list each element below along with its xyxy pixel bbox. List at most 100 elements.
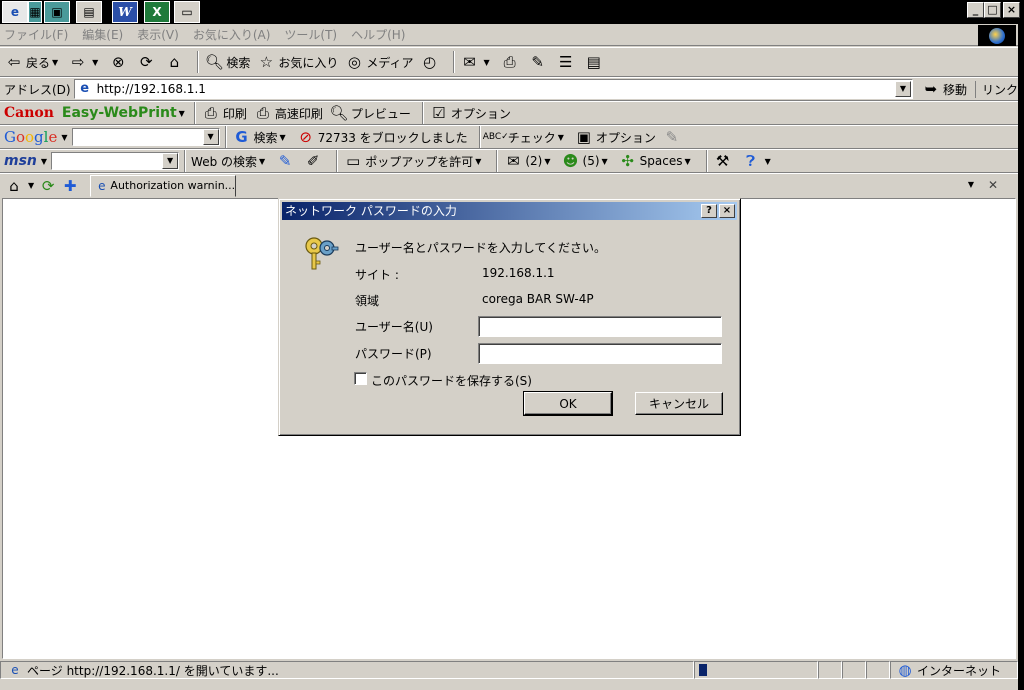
- messenger-button[interactable]: ▤: [584, 52, 606, 72]
- save-password-checkbox[interactable]: [354, 372, 367, 385]
- msn-spaces-button[interactable]: ✣ Spaces ▼: [618, 151, 695, 171]
- chevron-down-icon[interactable]: ▼: [92, 58, 98, 67]
- media-button[interactable]: ◎ メディア: [344, 52, 414, 72]
- help-icon[interactable]: ?: [701, 204, 717, 218]
- word-taskbar-icon[interactable]: W: [112, 1, 138, 23]
- chevron-down-icon[interactable]: ▼: [484, 58, 490, 67]
- msn-notes-button[interactable]: ✐: [303, 151, 325, 171]
- internet-globe-icon: ◍: [898, 661, 912, 679]
- minimize-icon[interactable]: _: [967, 2, 984, 18]
- chevron-down-icon[interactable]: ▼: [41, 157, 47, 166]
- app-taskbar-icon[interactable]: ▤: [76, 1, 102, 23]
- msn-search-input[interactable]: ▼: [51, 152, 180, 170]
- search-button[interactable]: 🔍︎ 検索: [204, 52, 251, 72]
- history-button[interactable]: ◴: [420, 52, 442, 72]
- close-icon[interactable]: ×: [719, 204, 735, 218]
- chevron-down-icon[interactable]: ▼: [179, 109, 185, 118]
- tab-bar: ⌂ ▼ ⟳ ✚ e Authorization warnin... ▼ ✕: [0, 173, 1018, 197]
- realm-label: 領域: [355, 294, 380, 308]
- web-search-button[interactable]: Web の検索 ▼: [191, 153, 269, 170]
- canon-preview-button[interactable]: 🔍︎ プレビュー: [329, 103, 411, 123]
- discuss-button[interactable]: ☰: [556, 52, 578, 72]
- msn-highlight-button[interactable]: ✎: [275, 151, 297, 171]
- chevron-down-icon[interactable]: ▼: [475, 157, 481, 166]
- home-button[interactable]: ⌂: [164, 52, 186, 72]
- chevron-down-icon[interactable]: ▼: [544, 157, 550, 166]
- chevron-down-icon[interactable]: ▼: [685, 157, 691, 166]
- google-options-button[interactable]: ▣ オプション: [574, 127, 656, 147]
- menu-edit[interactable]: 編集(E): [82, 26, 123, 43]
- menu-help[interactable]: ヘルプ(H): [351, 26, 405, 43]
- home-tab-icon[interactable]: ⌂: [4, 176, 24, 196]
- chevron-down-icon[interactable]: ▼: [259, 157, 265, 166]
- google-search-dropdown-icon[interactable]: ▼: [202, 129, 219, 145]
- mail-button[interactable]: ✉ ▼: [460, 52, 494, 72]
- ie-taskbar-icon[interactable]: e: [2, 1, 28, 23]
- refresh-tab-icon[interactable]: ⟳: [38, 176, 58, 196]
- toolbar-separator: [224, 126, 227, 148]
- msn-messenger-button[interactable]: ☻ (5) ▼: [561, 151, 612, 171]
- chevron-down-icon[interactable]: ▼: [280, 133, 286, 142]
- address-url[interactable]: http://192.168.1.1: [97, 82, 206, 96]
- links-button[interactable]: リンク: [974, 80, 1018, 98]
- google-search-button[interactable]: G 検索 ▼: [232, 127, 290, 147]
- tab-close-icon[interactable]: ✕: [988, 178, 998, 192]
- menu-tools[interactable]: ツール(T): [284, 26, 337, 43]
- spaces-icon: ✣: [621, 152, 634, 170]
- msn-help-button[interactable]: ❓︎ ▼: [741, 151, 775, 171]
- dialog-title-bar[interactable]: ネットワーク パスワードの入力 ? ×: [282, 202, 737, 220]
- security-zone-cell[interactable]: ◍ インターネット: [890, 661, 1018, 679]
- help-icon: ❓︎: [746, 152, 756, 170]
- easy-webprint-menu[interactable]: Easy-WebPrint: [62, 105, 177, 121]
- toolbar-separator: [478, 126, 481, 148]
- allow-popup-button[interactable]: ▭ ポップアップを許可 ▼: [343, 151, 485, 171]
- ok-button[interactable]: OK: [523, 391, 613, 416]
- refresh-button[interactable]: ⟳: [136, 52, 158, 72]
- menu-view[interactable]: 表示(V): [137, 26, 179, 43]
- excel-taskbar-icon[interactable]: X: [144, 1, 170, 23]
- chevron-down-icon[interactable]: ▼: [558, 133, 564, 142]
- maximize-icon[interactable]: □: [984, 2, 1001, 18]
- edit-button[interactable]: ✎: [528, 52, 550, 72]
- username-field[interactable]: [478, 316, 722, 337]
- msn-logo[interactable]: msn: [4, 153, 37, 169]
- stop-button[interactable]: ⊗: [108, 52, 130, 72]
- new-tab-plus-icon[interactable]: ✚: [60, 176, 80, 196]
- menu-file[interactable]: ファイル(F): [4, 26, 68, 43]
- chevron-down-icon[interactable]: ▼: [602, 157, 608, 166]
- highlight-button[interactable]: ✎: [662, 127, 684, 147]
- tab-authorization-warning[interactable]: e Authorization warnin...: [90, 174, 237, 197]
- back-button[interactable]: ⇦ 戻る ▼: [4, 52, 62, 72]
- address-input[interactable]: e http://192.168.1.1 ▼: [73, 79, 913, 99]
- app-grid-taskbar-icon[interactable]: ▦: [28, 1, 42, 23]
- fast-printer-icon: ⎙: [256, 104, 269, 122]
- canon-options-button[interactable]: ☑ オプション: [429, 103, 511, 123]
- canon-fast-print-button[interactable]: ⎙ 高速印刷: [253, 103, 323, 123]
- console-taskbar-icon[interactable]: ▣: [44, 1, 70, 23]
- msn-tools-button[interactable]: ⚒: [713, 151, 735, 171]
- spell-check-button[interactable]: ABC✓ チェック ▼: [483, 127, 568, 147]
- tab-list-chevron-icon[interactable]: ▼: [968, 180, 974, 189]
- cancel-button[interactable]: キャンセル: [635, 392, 723, 415]
- address-dropdown-icon[interactable]: ▼: [894, 81, 911, 97]
- msn-search-dropdown-icon[interactable]: ▼: [162, 153, 179, 169]
- password-field[interactable]: [478, 343, 722, 364]
- msn-mail-button[interactable]: ✉ (2) ▼: [503, 151, 554, 171]
- save-password-label[interactable]: このパスワードを保存する(S): [371, 372, 532, 389]
- document-icon: ▤: [586, 53, 601, 71]
- menu-favorites[interactable]: お気に入り(A): [193, 26, 271, 43]
- popup-blocked-button[interactable]: ⊘ 72733 をブロックしました: [296, 127, 467, 147]
- chevron-down-icon[interactable]: ▼: [52, 58, 58, 67]
- google-search-input[interactable]: ▼: [71, 128, 220, 146]
- chevron-down-icon[interactable]: ▼: [765, 157, 771, 166]
- google-logo[interactable]: Google: [4, 128, 57, 146]
- forward-button[interactable]: ⇨ ▼: [68, 52, 102, 72]
- go-button[interactable]: ➥ 移動: [921, 79, 967, 99]
- folder-taskbar-icon[interactable]: ▭: [174, 1, 200, 23]
- chevron-down-icon[interactable]: ▼: [28, 181, 34, 190]
- chevron-down-icon[interactable]: ▼: [61, 133, 67, 142]
- close-icon[interactable]: ×: [1003, 2, 1020, 18]
- print-button[interactable]: ⎙: [500, 52, 522, 72]
- canon-print-button[interactable]: ⎙ 印刷: [201, 103, 247, 123]
- favorites-button[interactable]: ☆ お気に入り: [256, 52, 339, 72]
